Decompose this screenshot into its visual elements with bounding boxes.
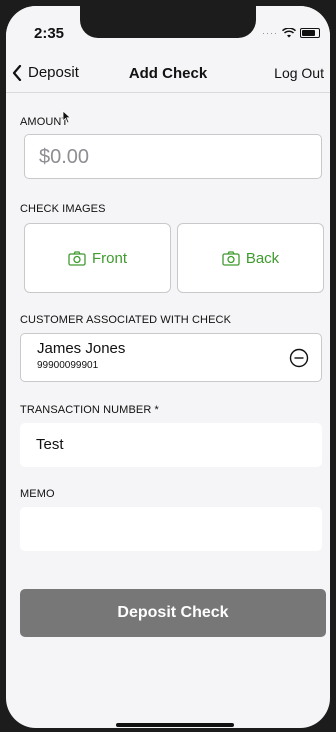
- signal-dots-icon: ····: [262, 28, 278, 38]
- customer-name: James Jones: [37, 340, 126, 357]
- transaction-input[interactable]: Test: [20, 423, 322, 467]
- transaction-value: Test: [36, 436, 64, 453]
- status-icons: ····: [262, 28, 320, 38]
- mouse-cursor-icon: [62, 110, 72, 124]
- status-time: 2:35: [34, 25, 65, 42]
- camera-icon: [68, 250, 86, 266]
- back-label-text: Back: [245, 249, 280, 267]
- memo-input[interactable]: [20, 507, 322, 551]
- transaction-label: TRANSACTION NUMBER *: [20, 404, 159, 416]
- amount-value: $0.00: [39, 146, 90, 168]
- wifi-icon: [282, 28, 296, 38]
- check-images-label: CHECK IMAGES: [20, 203, 106, 215]
- front-image-button[interactable]: Front: [24, 223, 171, 293]
- home-indicator[interactable]: [116, 723, 234, 727]
- amount-input[interactable]: $0.00: [24, 134, 322, 179]
- screen: 2:35 ···· Deposit Add Check Log Out AMOU…: [6, 6, 330, 728]
- customer-field[interactable]: James Jones 99900099901: [20, 333, 322, 382]
- camera-icon: [222, 250, 240, 266]
- remove-customer-icon[interactable]: [289, 348, 309, 368]
- back-image-button[interactable]: Back: [177, 223, 324, 293]
- deposit-check-button[interactable]: Deposit Check: [20, 589, 326, 637]
- front-label: Front: [91, 249, 127, 267]
- customer-id: 99900099901: [37, 360, 99, 371]
- battery-icon: [300, 28, 320, 38]
- status-bar: 2:35 ····: [6, 6, 330, 56]
- notch: [80, 6, 256, 38]
- phone-frame: 2:35 ···· Deposit Add Check Log Out AMOU…: [0, 0, 336, 732]
- memo-label: MEMO: [20, 488, 55, 500]
- logout-button[interactable]: Log Out: [274, 65, 324, 81]
- nav-bar: Deposit Add Check Log Out: [6, 56, 330, 93]
- customer-label: CUSTOMER ASSOCIATED WITH CHECK: [20, 314, 232, 326]
